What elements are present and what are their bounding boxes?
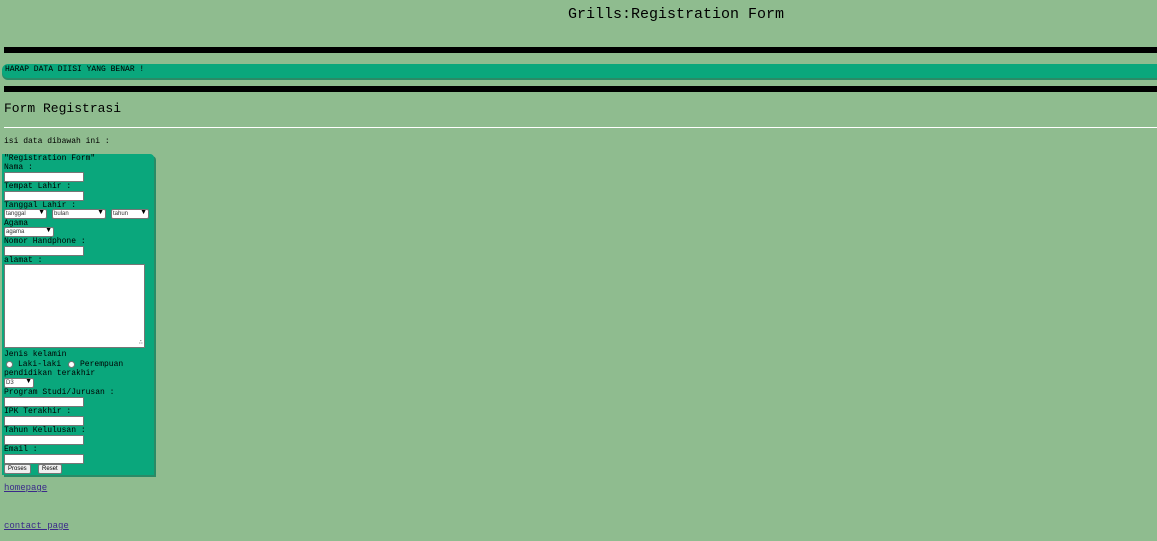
tempat-lahir-label: Tempat Lahir : [4, 182, 72, 191]
tahun-kelulusan-input[interactable] [4, 435, 84, 445]
section-divider [4, 127, 1157, 128]
nama-label: Nama : [4, 163, 33, 172]
chevron-down-icon: ▼ [140, 209, 147, 216]
tempat-lahir-input[interactable] [4, 191, 84, 201]
agama-select[interactable]: agama ▼ [4, 227, 54, 237]
reset-button[interactable]: Reset [38, 464, 62, 474]
tahun-select[interactable]: tahun ▼ [111, 209, 149, 219]
program-studi-input[interactable] [4, 397, 84, 407]
chevron-down-icon: ▼ [25, 378, 32, 385]
jenis-kelamin-label: Jenis kelamin [4, 350, 67, 359]
chevron-down-icon: ▼ [45, 227, 52, 234]
contact-page-link[interactable]: contact page [4, 521, 69, 531]
tahun-select-value: tahun [113, 211, 129, 217]
nama-input[interactable] [4, 172, 84, 182]
registration-form: "Registration Form" Nama : Tempat Lahir … [2, 154, 154, 475]
resize-grip-icon[interactable]: ∴ [139, 338, 143, 347]
alamat-textarea[interactable]: ∴ [4, 264, 145, 348]
pendidikan-label: pendidikan terakhir [4, 369, 96, 378]
agama-select-value: agama [6, 229, 25, 235]
chevron-down-icon: ▼ [97, 209, 104, 216]
page-title: Grills:Registration Form [568, 6, 785, 23]
chevron-down-icon: ▼ [38, 209, 45, 216]
proses-button[interactable]: Proses [4, 464, 31, 474]
laki-laki-label: Laki-laki [18, 360, 62, 369]
tanggal-select-value: tanggal [6, 211, 26, 217]
bulan-select-value: bulan [54, 211, 69, 217]
email-input[interactable] [4, 454, 84, 464]
form-legend: "Registration Form" [4, 154, 96, 163]
intro-text: isi data dibawah ini : [4, 137, 110, 146]
perempuan-label: Perempuan [80, 360, 124, 369]
top-divider [4, 47, 1157, 53]
bottom-divider [4, 86, 1157, 92]
warning-banner: HARAP DATA DIISI YANG BENAR ! [2, 64, 1157, 78]
nomor-handphone-input[interactable] [4, 246, 84, 256]
homepage-link[interactable]: homepage [4, 483, 47, 493]
perempuan-radio[interactable] [68, 361, 75, 368]
tanggal-select[interactable]: tanggal ▼ [4, 209, 47, 219]
laki-laki-radio[interactable] [6, 361, 13, 368]
ipk-input[interactable] [4, 416, 84, 426]
nomor-handphone-label: Nomor Handphone : [4, 237, 86, 246]
email-label: Email : [4, 445, 38, 454]
program-studi-label: Program Studi/Jurusan : [4, 388, 115, 397]
ipk-label: IPK Terakhir : [4, 407, 72, 416]
bulan-select[interactable]: bulan ▼ [52, 209, 106, 219]
tahun-kelulusan-label: Tahun Kelulusan : [4, 426, 86, 435]
pendidikan-select-value: D3 [6, 380, 14, 386]
pendidikan-select[interactable]: D3 ▼ [4, 378, 34, 388]
section-title: Form Registrasi [4, 101, 122, 116]
